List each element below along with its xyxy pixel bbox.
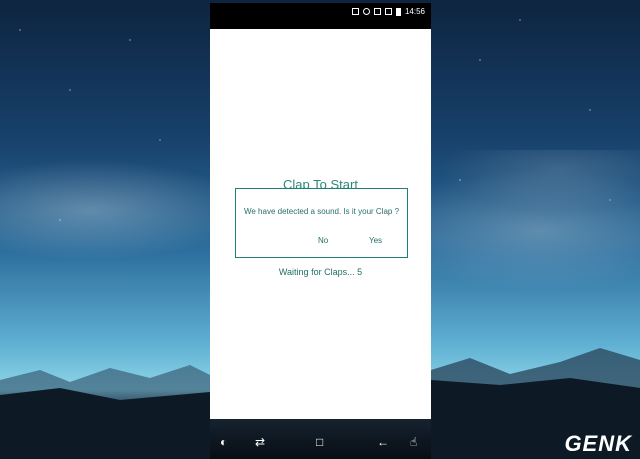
navigation-bar: ◐ ⇄ □ ← ☝: [0, 430, 640, 459]
recent-apps-icon[interactable]: ⇄: [255, 436, 265, 448]
clap-confirm-dialog: We have detected a sound. Is it your Cla…: [235, 188, 408, 258]
no-button[interactable]: No: [318, 236, 328, 245]
dialog-message: We have detected a sound. Is it your Cla…: [243, 207, 400, 216]
sim-icon: [373, 8, 381, 15]
genk-logo: GENK: [564, 431, 632, 456]
home-icon[interactable]: □: [316, 436, 323, 448]
alarm-icon: [351, 8, 359, 15]
status-time: 14:56: [404, 7, 425, 16]
signal-icon: [384, 8, 392, 15]
waiting-status: Waiting for Claps... 5: [278, 267, 363, 277]
battery-icon: [395, 7, 401, 16]
screen-off-icon[interactable]: ◐: [220, 436, 227, 448]
yes-button[interactable]: Yes: [369, 236, 382, 245]
back-icon[interactable]: ←: [377, 436, 389, 448]
status-icons: 14:56: [351, 7, 425, 16]
gesture-icon[interactable]: ☝: [410, 436, 417, 448]
wifi-icon: [362, 8, 370, 15]
status-bar: 14:56: [210, 3, 431, 29]
